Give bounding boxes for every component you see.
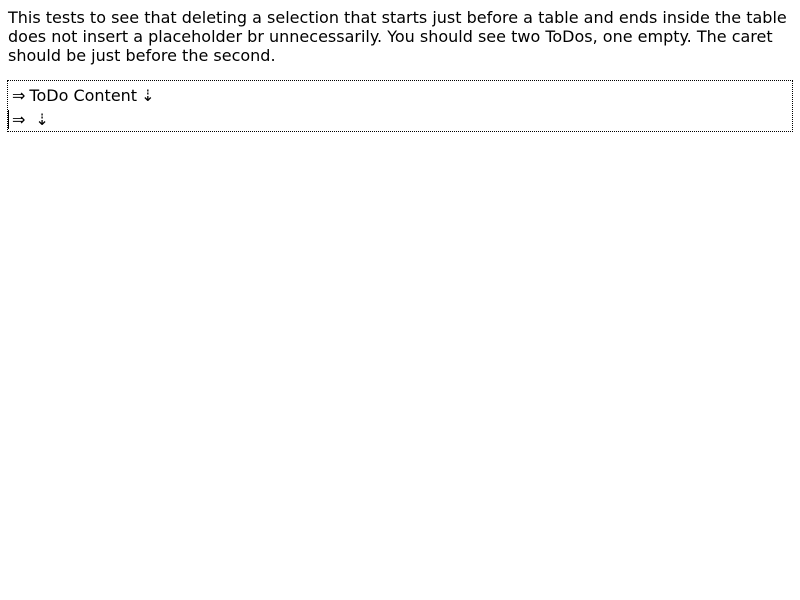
todo-item[interactable]: ⇒ ⇣ [12,108,49,130]
todo-start-arrow-icon: ⇒ [12,109,26,129]
text-caret [8,110,9,129]
todo-start-arrow-icon: ⇒ [12,85,26,105]
todo-end-arrow-icon: ⇣ [141,85,155,105]
todo-item[interactable]: ⇒ ToDo Content ⇣ [12,84,154,106]
todo-content[interactable]: ToDo Content [29,86,137,105]
test-description: This tests to see that deleting a select… [8,8,787,65]
editable-region[interactable]: ⇒ ToDo Content ⇣ ⇒ ⇣ [7,80,793,132]
todo-end-arrow-icon: ⇣ [35,109,49,129]
